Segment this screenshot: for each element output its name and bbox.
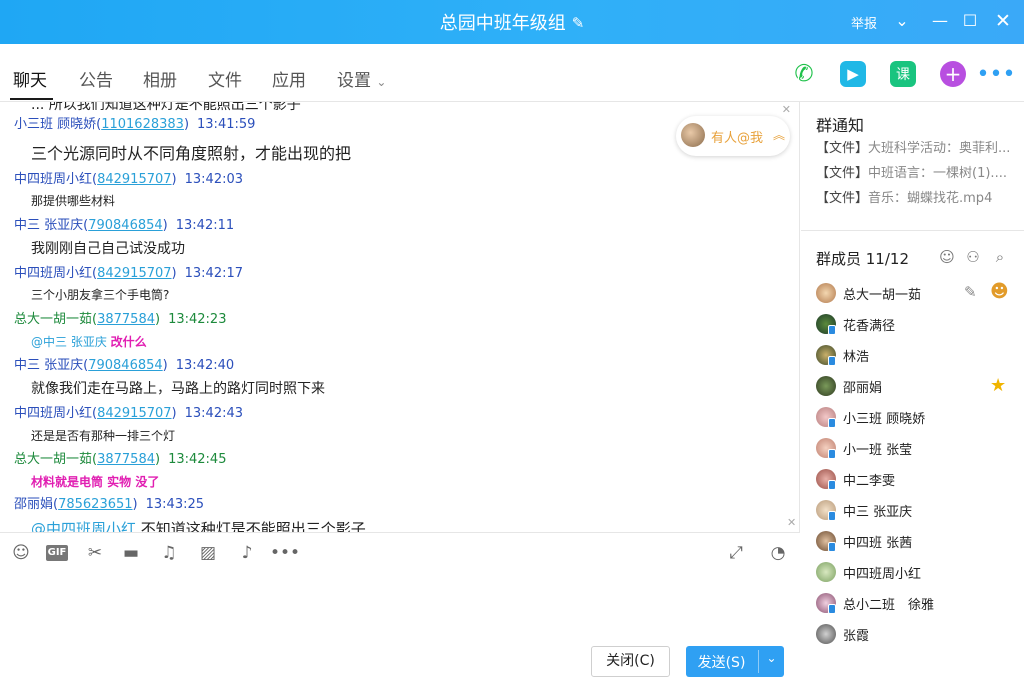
title-bar: 总园中班年级组 ✎ 举报 ⌄ — ☐ ✕ [0, 0, 1024, 44]
message-header: 中三 张亚庆(790846854) 13:42:40 [14, 358, 235, 373]
voice-call-icon[interactable]: ✆ [791, 61, 817, 87]
more-icon[interactable]: ••• [977, 61, 1016, 87]
close-button[interactable]: 关闭(C) [591, 646, 670, 677]
tab-album[interactable]: 相册 [143, 66, 177, 91]
avatar [816, 283, 836, 303]
message-text: @中三 张亚庆 改什么 [31, 335, 147, 349]
search-icon[interactable]: ⌕ [991, 248, 1009, 266]
member-item[interactable]: 总大一胡一茹 ✎ ☻ [816, 281, 1016, 305]
member-item[interactable]: 小一班 张莹 [816, 438, 1016, 460]
scissors-icon[interactable]: ✂ [84, 543, 106, 563]
message-header: 小三班 顾晓娇(1101628383) 13:41:59 [14, 117, 256, 132]
message-text: 我刚刚自己自己试没成功 [31, 241, 185, 257]
message-header: 中三 张亚庆(790846854) 13:42:11 [14, 218, 235, 233]
emoji-icon[interactable]: ☺ [938, 248, 956, 266]
divider [801, 230, 1024, 231]
message-header: 总大一胡一茹(3877584) 13:42:45 [14, 452, 227, 467]
chevron-down-icon[interactable]: ⌄ [890, 8, 914, 34]
avatar [681, 123, 705, 147]
edit-icon[interactable]: ✎ [572, 14, 585, 32]
emoji-icon[interactable]: ☺ [10, 543, 32, 563]
expand-icon[interactable]: ⤢ [725, 543, 747, 563]
tab-settings[interactable]: 设置 ⌄ [337, 66, 386, 91]
video-call-icon[interactable]: ▶ [840, 61, 866, 87]
message-header: 中四班周小红(842915707) 13:42:03 [14, 172, 244, 187]
star-icon: ★ [990, 375, 1007, 396]
notice-item[interactable]: 【文件】中班语言：一棵树(1).... [816, 162, 1007, 181]
message-text: 那提供哪些材料 [31, 194, 116, 208]
more-icon[interactable]: ••• [270, 543, 300, 563]
tab-announcement[interactable]: 公告 [79, 66, 113, 91]
bell-icon[interactable]: ♪ [236, 543, 258, 563]
message-text: 就像我们走在马路上，马路上的路灯同时照下来 [31, 381, 325, 397]
close-icon[interactable]: ✕ [782, 103, 791, 116]
message-header: 中四班周小红(842915707) 13:42:43 [14, 406, 244, 421]
add-member-icon[interactable]: ⚇ [964, 248, 982, 266]
message-text: 材料就是电筒 实物 没了 [31, 475, 160, 489]
members-title: 群成员 11/12 [816, 250, 909, 268]
tab-apps[interactable]: 应用 [272, 66, 306, 91]
member-item[interactable]: 林浩 [816, 345, 1016, 367]
maximize-button[interactable]: ☐ [958, 8, 982, 34]
mention-notification[interactable]: 有人@我 ︽ [676, 116, 790, 156]
chevron-up-icon: ︽ [773, 128, 786, 142]
folder-icon[interactable]: ▬ [120, 543, 142, 563]
avatar [816, 376, 836, 396]
member-item[interactable]: 小三班 顾晓娇 [816, 407, 1016, 429]
member-item[interactable]: 张霞 [816, 624, 1016, 646]
report-button[interactable]: 举报 [851, 13, 877, 32]
member-item[interactable]: 邵丽娟 ★ [816, 375, 1016, 398]
message-list[interactable]: ... 所以我们知道这种灯是不能照出三个影子 ✕ 小三班 顾晓娇(1101628… [0, 102, 800, 532]
close-icon[interactable]: ✕ [787, 516, 796, 529]
group-sidebar: 群通知 【文件】大班科学活动：奥菲利... 【文件】中班语言：一棵树(1)...… [801, 102, 1024, 692]
member-item[interactable]: 总小二班 徐雅 [816, 593, 1016, 615]
member-item[interactable]: 中四班周小红 [816, 562, 1016, 584]
message-text: @中四班周小红 不知道这种灯是不能照出三个影子 [31, 520, 366, 532]
group-notice-title: 群通知 [816, 116, 865, 135]
tab-chat[interactable]: 聊天 [13, 66, 47, 91]
active-tab-indicator [10, 98, 53, 100]
tab-bar: 聊天 公告 相册 文件 应用 设置 ⌄ ✆ ▶ 课 + ••• [0, 44, 1024, 102]
notice-item[interactable]: 【文件】音乐：蝴蝶找花.mp4 [816, 187, 992, 206]
message-header: 总大一胡一茹(3877584) 13:42:23 [14, 312, 227, 327]
member-item[interactable]: 中四班 张茜 [816, 531, 1016, 553]
member-item[interactable]: 花香满径 [816, 314, 1016, 336]
input-toolbar: ☺ GIF ✂ ▬ ♫ ▨ ♪ ••• ⤢ ◔ [0, 532, 800, 572]
minimize-button[interactable]: — [928, 8, 952, 34]
image-icon[interactable]: ▨ [197, 543, 219, 563]
tab-files[interactable]: 文件 [208, 66, 242, 91]
owner-icon: ☻ [990, 281, 1009, 302]
message-text: 还是是否有那种一排三个灯 [31, 429, 176, 443]
class-icon[interactable]: 课 [890, 61, 916, 87]
music-icon[interactable]: ♫ [158, 543, 180, 563]
avatar [816, 624, 836, 644]
message-header: 中四班周小红(842915707) 13:42:17 [14, 266, 244, 281]
chevron-down-icon[interactable]: ⌄ [759, 651, 784, 665]
member-item[interactable]: 中二李雯 [816, 469, 1016, 491]
notice-item[interactable]: 【文件】大班科学活动：奥菲利... [816, 137, 1010, 156]
message-text: 三个小朋友拿三个手电筒? [31, 288, 170, 302]
gif-icon[interactable]: GIF [46, 545, 68, 561]
send-button[interactable]: 发送(S) ⌄ [686, 646, 784, 677]
message-text: 三个光源同时从不同角度照射，才能出现的把 [31, 144, 352, 163]
qq-group-chat-window: 总园中班年级组 ✎ 举报 ⌄ — ☐ ✕ 聊天 公告 相册 文件 应用 设置 ⌄ … [0, 0, 1024, 692]
message-header: 邵丽娟(785623651) 13:43:25 [14, 497, 205, 512]
add-app-icon[interactable]: + [940, 61, 966, 87]
clock-icon[interactable]: ◔ [767, 543, 789, 563]
member-item[interactable]: 中三 张亚庆 [816, 500, 1016, 522]
avatar [816, 562, 836, 582]
edit-icon[interactable]: ✎ [964, 283, 977, 301]
close-window-button[interactable]: ✕ [991, 8, 1015, 34]
message-input[interactable] [0, 572, 800, 692]
